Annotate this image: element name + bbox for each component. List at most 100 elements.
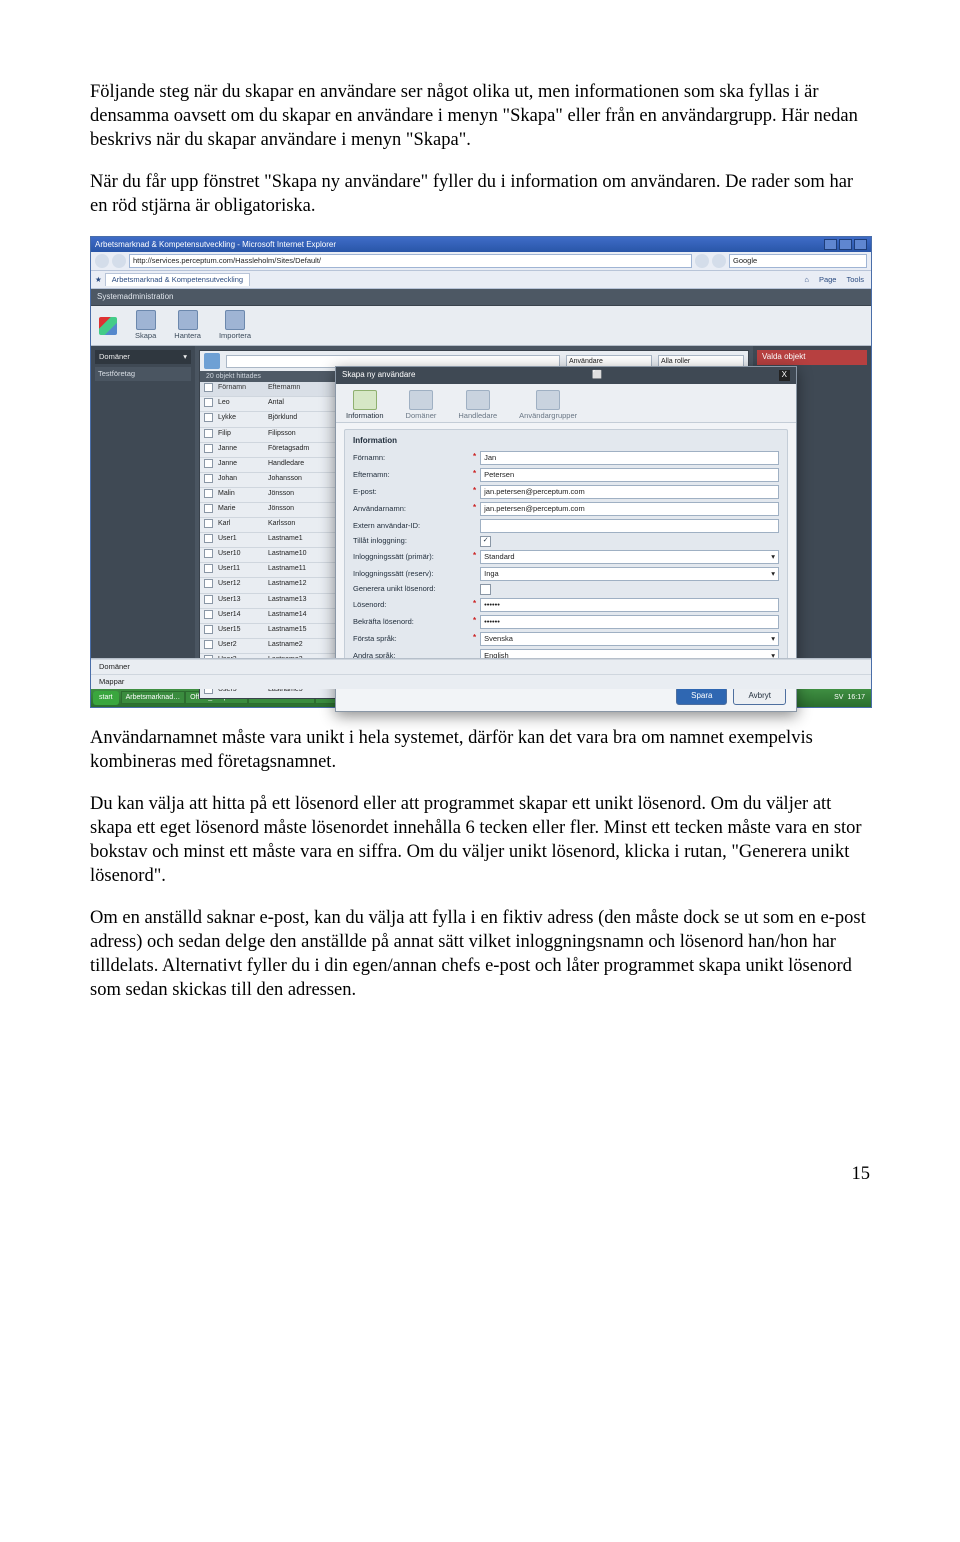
cell-lastname: Lastname1 xyxy=(268,534,328,546)
tray-clock: 16:17 xyxy=(847,693,865,702)
label-login-reserve: Inloggningssätt (reserv): xyxy=(353,569,473,579)
toolbar-create[interactable]: Skapa xyxy=(135,310,156,341)
bottom-tab-domains[interactable]: Domäner xyxy=(91,659,871,674)
modal-maximize-button[interactable]: ⬜ xyxy=(592,370,602,380)
row-checkbox[interactable] xyxy=(204,444,213,453)
input-external-id[interactable] xyxy=(480,519,779,533)
row-checkbox[interactable] xyxy=(204,610,213,619)
tab-supervisors[interactable]: Handledare xyxy=(458,390,497,421)
select-all-checkbox[interactable] xyxy=(204,383,213,392)
tab-usergroups[interactable]: Användargrupper xyxy=(519,390,577,421)
taskbar-item[interactable]: Arbetsmarknad… xyxy=(121,691,185,704)
label-username: Användarnamn: xyxy=(353,504,473,514)
save-button[interactable]: Spara xyxy=(676,687,727,705)
browser-search-input[interactable]: Google xyxy=(729,254,867,268)
row-checkbox[interactable] xyxy=(204,504,213,513)
nav-back-button[interactable] xyxy=(95,254,109,268)
input-lastname[interactable]: Petersen xyxy=(480,468,779,482)
tab-information-label: Information xyxy=(346,411,384,420)
dropdown-login-primary[interactable]: Standard▾ xyxy=(480,550,779,564)
label-generate-password: Generera unikt lösenord: xyxy=(353,584,473,594)
row-checkbox[interactable] xyxy=(204,474,213,483)
modal-close-button[interactable]: X xyxy=(779,370,790,380)
cell-lastname: Lastname13 xyxy=(268,595,328,607)
paragraph-4: Du kan välja att hitta på ett lösenord e… xyxy=(90,792,870,888)
nav-forward-button[interactable] xyxy=(112,254,126,268)
label-firstname: Förnamn: xyxy=(353,453,473,463)
row-checkbox[interactable] xyxy=(204,549,213,558)
tools-menu[interactable]: Tools xyxy=(843,275,867,285)
column-lastname[interactable]: Efternamn xyxy=(268,383,328,395)
row-checkbox[interactable] xyxy=(204,429,213,438)
cancel-button[interactable]: Avbryt xyxy=(733,687,786,705)
paragraph-2: När du får upp fönstret "Skapa ny använd… xyxy=(90,170,870,218)
folder-icon xyxy=(409,390,433,410)
refresh-button[interactable] xyxy=(695,254,709,268)
home-icon[interactable]: ⌂ xyxy=(801,275,812,285)
bottom-tab-folders[interactable]: Mappar xyxy=(91,674,871,689)
tab-usergroups-label: Användargrupper xyxy=(519,411,577,420)
paragraph-1: Följande steg när du skapar en användare… xyxy=(90,80,870,152)
minimize-button[interactable] xyxy=(824,239,837,250)
row-checkbox[interactable] xyxy=(204,398,213,407)
tab-domains[interactable]: Domäner xyxy=(406,390,437,421)
input-confirm-password[interactable]: •••••• xyxy=(480,615,779,629)
modal-section-information: Information Förnamn:*Jan Efternamn:*Pete… xyxy=(344,429,788,674)
input-password[interactable]: •••••• xyxy=(480,598,779,612)
cell-firstname: Marie xyxy=(218,504,268,516)
input-email[interactable]: jan.petersen@perceptum.com xyxy=(480,485,779,499)
checkbox-allow-login[interactable]: ✓ xyxy=(480,536,491,547)
page-menu[interactable]: Page xyxy=(816,275,840,285)
modal-titlebar: Skapa ny användare ⬜ X xyxy=(336,367,796,383)
row-checkbox[interactable] xyxy=(204,519,213,528)
cell-firstname: User2 xyxy=(218,640,268,652)
embedded-screenshot: Arbetsmarknad & Kompetensutveckling - Mi… xyxy=(90,236,870,708)
dropdown-login-reserve[interactable]: Inga▾ xyxy=(480,567,779,581)
cell-firstname: Malin xyxy=(218,489,268,501)
label-external-id: Extern användar-ID: xyxy=(353,521,473,531)
toolbar-import[interactable]: Importera xyxy=(219,310,251,341)
cell-firstname: User11 xyxy=(218,564,268,576)
cell-lastname: Företagsadm xyxy=(268,444,328,456)
toolbar-manage[interactable]: Hantera xyxy=(174,310,201,341)
cell-lastname: Johansson xyxy=(268,474,328,486)
left-panel: Domäner▾ Testföretag xyxy=(91,346,195,686)
domain-tree-item[interactable]: Testföretag xyxy=(95,367,191,381)
checkbox-generate-password[interactable] xyxy=(480,584,491,595)
browser-window: Arbetsmarknad & Kompetensutveckling - Mi… xyxy=(90,236,872,708)
row-checkbox[interactable] xyxy=(204,489,213,498)
window-buttons xyxy=(824,239,867,250)
row-checkbox[interactable] xyxy=(204,625,213,634)
tray-language[interactable]: SV xyxy=(834,693,843,702)
paragraph-3: Användarnamnet måste vara unikt i hela s… xyxy=(90,726,870,774)
close-window-button[interactable] xyxy=(854,239,867,250)
row-checkbox[interactable] xyxy=(204,564,213,573)
domain-dropdown[interactable]: Domäner▾ xyxy=(95,350,191,364)
stop-button[interactable] xyxy=(712,254,726,268)
input-firstname[interactable]: Jan xyxy=(480,451,779,465)
dropdown-first-language[interactable]: Svenska▾ xyxy=(480,632,779,646)
row-checkbox[interactable] xyxy=(204,595,213,604)
column-firstname[interactable]: Förnamn xyxy=(218,383,268,395)
row-checkbox[interactable] xyxy=(204,640,213,649)
tab-supervisors-label: Handledare xyxy=(458,411,497,420)
cell-lastname: Lastname12 xyxy=(268,579,328,591)
input-username[interactable]: jan.petersen@perceptum.com xyxy=(480,502,779,516)
browser-tab[interactable]: Arbetsmarknad & Kompetensutveckling xyxy=(105,273,250,286)
cell-lastname: Lastname10 xyxy=(268,549,328,561)
favorites-icon[interactable]: ★ xyxy=(95,275,102,285)
row-checkbox[interactable] xyxy=(204,413,213,422)
row-checkbox[interactable] xyxy=(204,459,213,468)
maximize-button[interactable] xyxy=(839,239,852,250)
browser-address-bar: http://services.perceptum.com/Hassleholm… xyxy=(91,252,871,271)
cell-lastname: Filipsson xyxy=(268,429,328,441)
start-button[interactable]: start xyxy=(93,691,119,704)
row-checkbox[interactable] xyxy=(204,534,213,543)
modal-tabs: Information Domäner Handledare Användarg… xyxy=(336,384,796,424)
cell-firstname: Leo xyxy=(218,398,268,410)
row-checkbox[interactable] xyxy=(204,579,213,588)
url-input[interactable]: http://services.perceptum.com/Hassleholm… xyxy=(129,254,692,268)
system-tray: SV 16:17 xyxy=(830,693,869,702)
tab-information[interactable]: Information xyxy=(346,390,384,421)
cell-firstname: User10 xyxy=(218,549,268,561)
